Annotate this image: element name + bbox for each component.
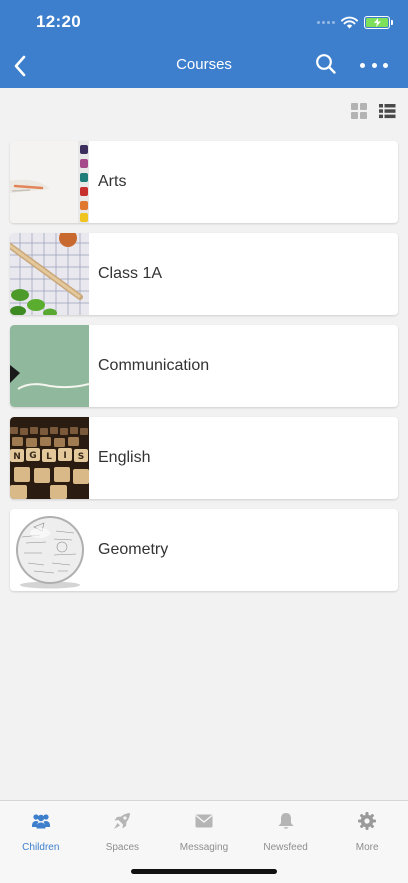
course-name: Arts <box>98 173 127 190</box>
tab-label: Children <box>22 842 60 853</box>
home-indicator[interactable] <box>131 869 277 874</box>
course-card-arts[interactable]: Arts <box>10 141 398 223</box>
tab-children[interactable]: Children <box>0 801 82 883</box>
course-card-communication[interactable]: Communication <box>10 325 398 407</box>
more-options-button[interactable] <box>360 56 388 74</box>
course-thumbnail <box>10 325 89 407</box>
course-thumbnail <box>10 233 89 315</box>
svg-text:G: G <box>29 451 36 461</box>
grid-view-button[interactable] <box>350 102 368 120</box>
tab-label: Messaging <box>179 842 229 853</box>
tab-label: Spaces <box>105 842 140 853</box>
course-thumbnail <box>10 509 89 591</box>
tab-label: Newsfeed <box>263 842 308 853</box>
course-card-geometry[interactable]: Geometry <box>10 509 398 591</box>
wifi-icon <box>341 16 358 28</box>
course-name: Geometry <box>98 541 169 558</box>
chalkboard-image <box>10 325 89 407</box>
app-header: 12:20 Courses <box>0 0 408 88</box>
list-view-icon <box>379 104 396 119</box>
envelope-icon <box>195 814 213 828</box>
course-name: English <box>98 449 151 466</box>
svg-text:I: I <box>63 451 66 461</box>
status-icons <box>317 14 393 30</box>
tab-label: More <box>355 842 379 853</box>
people-icon <box>31 814 50 829</box>
grid-view-icon <box>351 103 367 119</box>
battery-icon <box>364 15 393 29</box>
course-thumbnail <box>10 141 89 223</box>
course-card-english[interactable]: NGL I S English <box>10 417 398 499</box>
tab-more[interactable]: More <box>326 801 408 883</box>
course-name: Class 1A <box>98 265 163 282</box>
more-horizontal-icon <box>360 62 365 68</box>
course-list: Arts Class 1A Communication N G L I S En… <box>10 141 398 601</box>
formula-sphere-image <box>10 509 89 591</box>
status-time: 12:20 <box>36 12 81 31</box>
search-icon <box>316 54 336 74</box>
svg-text:S: S <box>78 452 84 462</box>
course-name: Communication <box>98 357 210 374</box>
charging-bolt-icon <box>373 17 381 27</box>
rocket-icon <box>114 813 131 829</box>
bell-icon <box>278 813 294 829</box>
watercolor-palette-image <box>10 141 89 223</box>
pencil-beans-image <box>10 233 89 315</box>
signal-icon <box>317 20 335 24</box>
gear-icon <box>358 812 377 830</box>
svg-text:N: N <box>13 452 21 462</box>
svg-text:L: L <box>46 452 52 462</box>
view-toggle <box>350 102 396 120</box>
search-button[interactable] <box>314 52 338 76</box>
page-title: Courses <box>176 56 232 73</box>
list-view-button[interactable] <box>378 102 396 120</box>
course-thumbnail: NGL I S <box>10 417 89 499</box>
course-card-class-1a[interactable]: Class 1A <box>10 233 398 315</box>
letter-tiles-image: NGL I S <box>10 417 89 499</box>
